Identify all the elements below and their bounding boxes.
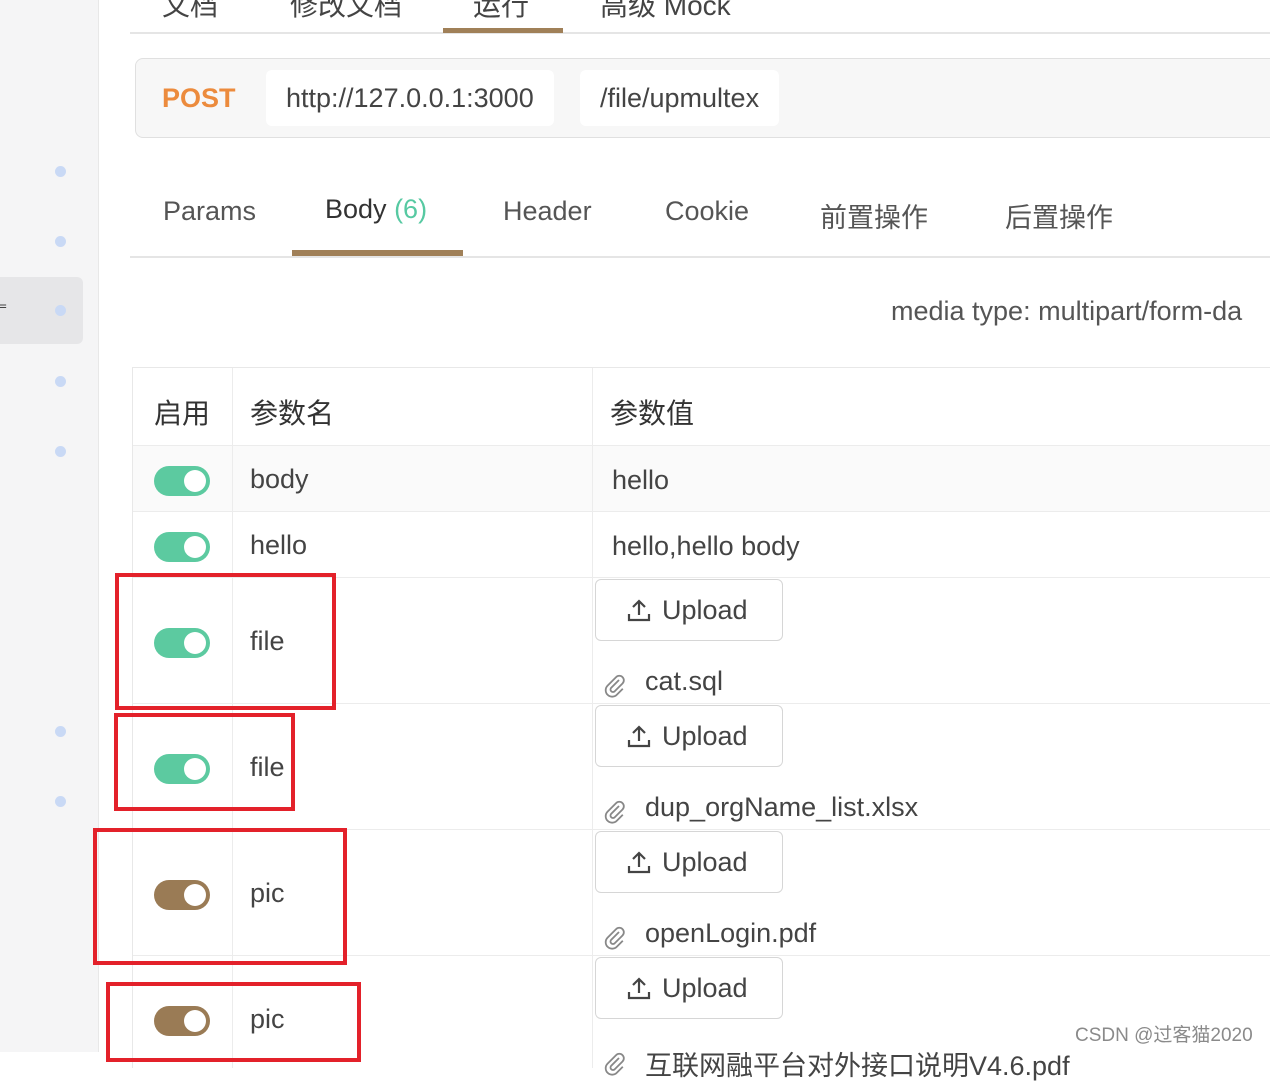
sidebar-dot-icon[interactable] — [55, 236, 66, 247]
upload-button[interactable]: Upload — [595, 705, 783, 767]
path-field[interactable]: /file/upmultex — [580, 70, 780, 126]
enable-toggle[interactable] — [154, 532, 210, 562]
sidebar-item-active[interactable]: ⁼ — [0, 277, 83, 344]
param-name[interactable]: body — [250, 464, 309, 495]
param-value[interactable]: hello — [612, 465, 669, 496]
highlight-box — [93, 828, 347, 965]
upload-button-label: Upload — [662, 721, 748, 751]
column-divider — [592, 368, 593, 1068]
tab-post-actions[interactable]: 后置操作 — [1005, 196, 1113, 235]
paperclip-icon — [604, 674, 625, 698]
tab-body-count: (6) — [394, 194, 428, 224]
upload-button-label: Upload — [662, 973, 748, 1003]
param-name[interactable]: hello — [250, 530, 307, 561]
base-url-field[interactable]: http://127.0.0.1:3000 — [266, 70, 554, 126]
header-param-value: 参数值 — [610, 398, 695, 429]
tab-run[interactable]: 运行 — [473, 0, 529, 24]
row-divider — [133, 511, 1270, 512]
file-name: openLogin.pdf — [645, 918, 817, 948]
tab-header[interactable]: Header — [503, 196, 592, 227]
highlight-box — [115, 573, 336, 710]
sidebar-dot-icon[interactable] — [55, 796, 66, 807]
tab-edit-docs[interactable]: 修改文档 — [290, 0, 402, 24]
tab-pre-actions[interactable]: 前置操作 — [820, 196, 928, 235]
header-param-name: 参数名 — [250, 398, 335, 429]
header-enabled: 启用 — [154, 398, 211, 429]
top-tabs-divider — [130, 32, 1270, 34]
tab-advanced-mock[interactable]: 高级 Mock — [600, 0, 731, 24]
tab-cookie[interactable]: Cookie — [665, 196, 749, 227]
sidebar-item-glyph-icon: ⁼ — [0, 297, 8, 322]
row-divider — [133, 445, 1270, 446]
highlight-box — [114, 713, 295, 811]
file-name: 互联网融平台对外接口说明V4.6.pdf — [645, 1051, 1070, 1081]
sidebar-dot-icon[interactable] — [55, 726, 66, 737]
upload-icon — [627, 725, 651, 748]
highlight-box — [106, 982, 361, 1062]
watermark: CSDN @过客猫2020 — [1075, 1025, 1253, 1046]
toggle-knob — [184, 536, 206, 558]
tab-docs[interactable]: 文档 — [162, 0, 218, 24]
toggle-knob — [184, 470, 206, 492]
enable-toggle[interactable] — [154, 466, 210, 496]
upload-button-label: Upload — [662, 847, 748, 877]
request-bar: POST http://127.0.0.1:3000 /file/upmulte… — [135, 58, 1270, 138]
paperclip-icon — [604, 926, 625, 950]
tab-params[interactable]: Params — [163, 196, 256, 227]
media-type-label[interactable]: media type: multipart/form-da — [891, 296, 1242, 327]
file-name: cat.sql — [645, 666, 724, 696]
upload-button-label: Upload — [662, 595, 748, 625]
request-tabs: Params Body (6) Header Cookie 前置操作 后置操作 — [130, 178, 1270, 258]
paperclip-icon — [604, 800, 625, 824]
upload-button[interactable]: Upload — [595, 957, 783, 1019]
upload-icon — [627, 977, 651, 1000]
upload-button[interactable]: Upload — [595, 831, 783, 893]
upload-icon — [627, 599, 651, 622]
tab-body-label: Body — [325, 194, 387, 224]
top-tab-active-indicator — [443, 28, 563, 33]
request-tabs-divider — [130, 256, 1270, 258]
sidebar-dot-icon[interactable] — [55, 166, 66, 177]
upload-icon — [627, 851, 651, 874]
tab-body[interactable]: Body (6) — [325, 194, 427, 225]
top-tabs: 文档 修改文档 运行 高级 Mock — [130, 0, 1270, 32]
sidebar-dot-icon — [55, 305, 66, 316]
upload-button[interactable]: Upload — [595, 579, 783, 641]
sidebar: ⁼ — [0, 0, 99, 1052]
http-method[interactable]: POST — [162, 83, 236, 114]
sidebar-dot-icon[interactable] — [55, 376, 66, 387]
file-name: dup_orgName_list.xlsx — [645, 792, 919, 822]
tab-active-indicator — [292, 250, 463, 256]
paperclip-icon — [604, 1052, 625, 1076]
param-value[interactable]: hello,hello body — [612, 531, 800, 562]
sidebar-dot-icon[interactable] — [55, 446, 66, 457]
